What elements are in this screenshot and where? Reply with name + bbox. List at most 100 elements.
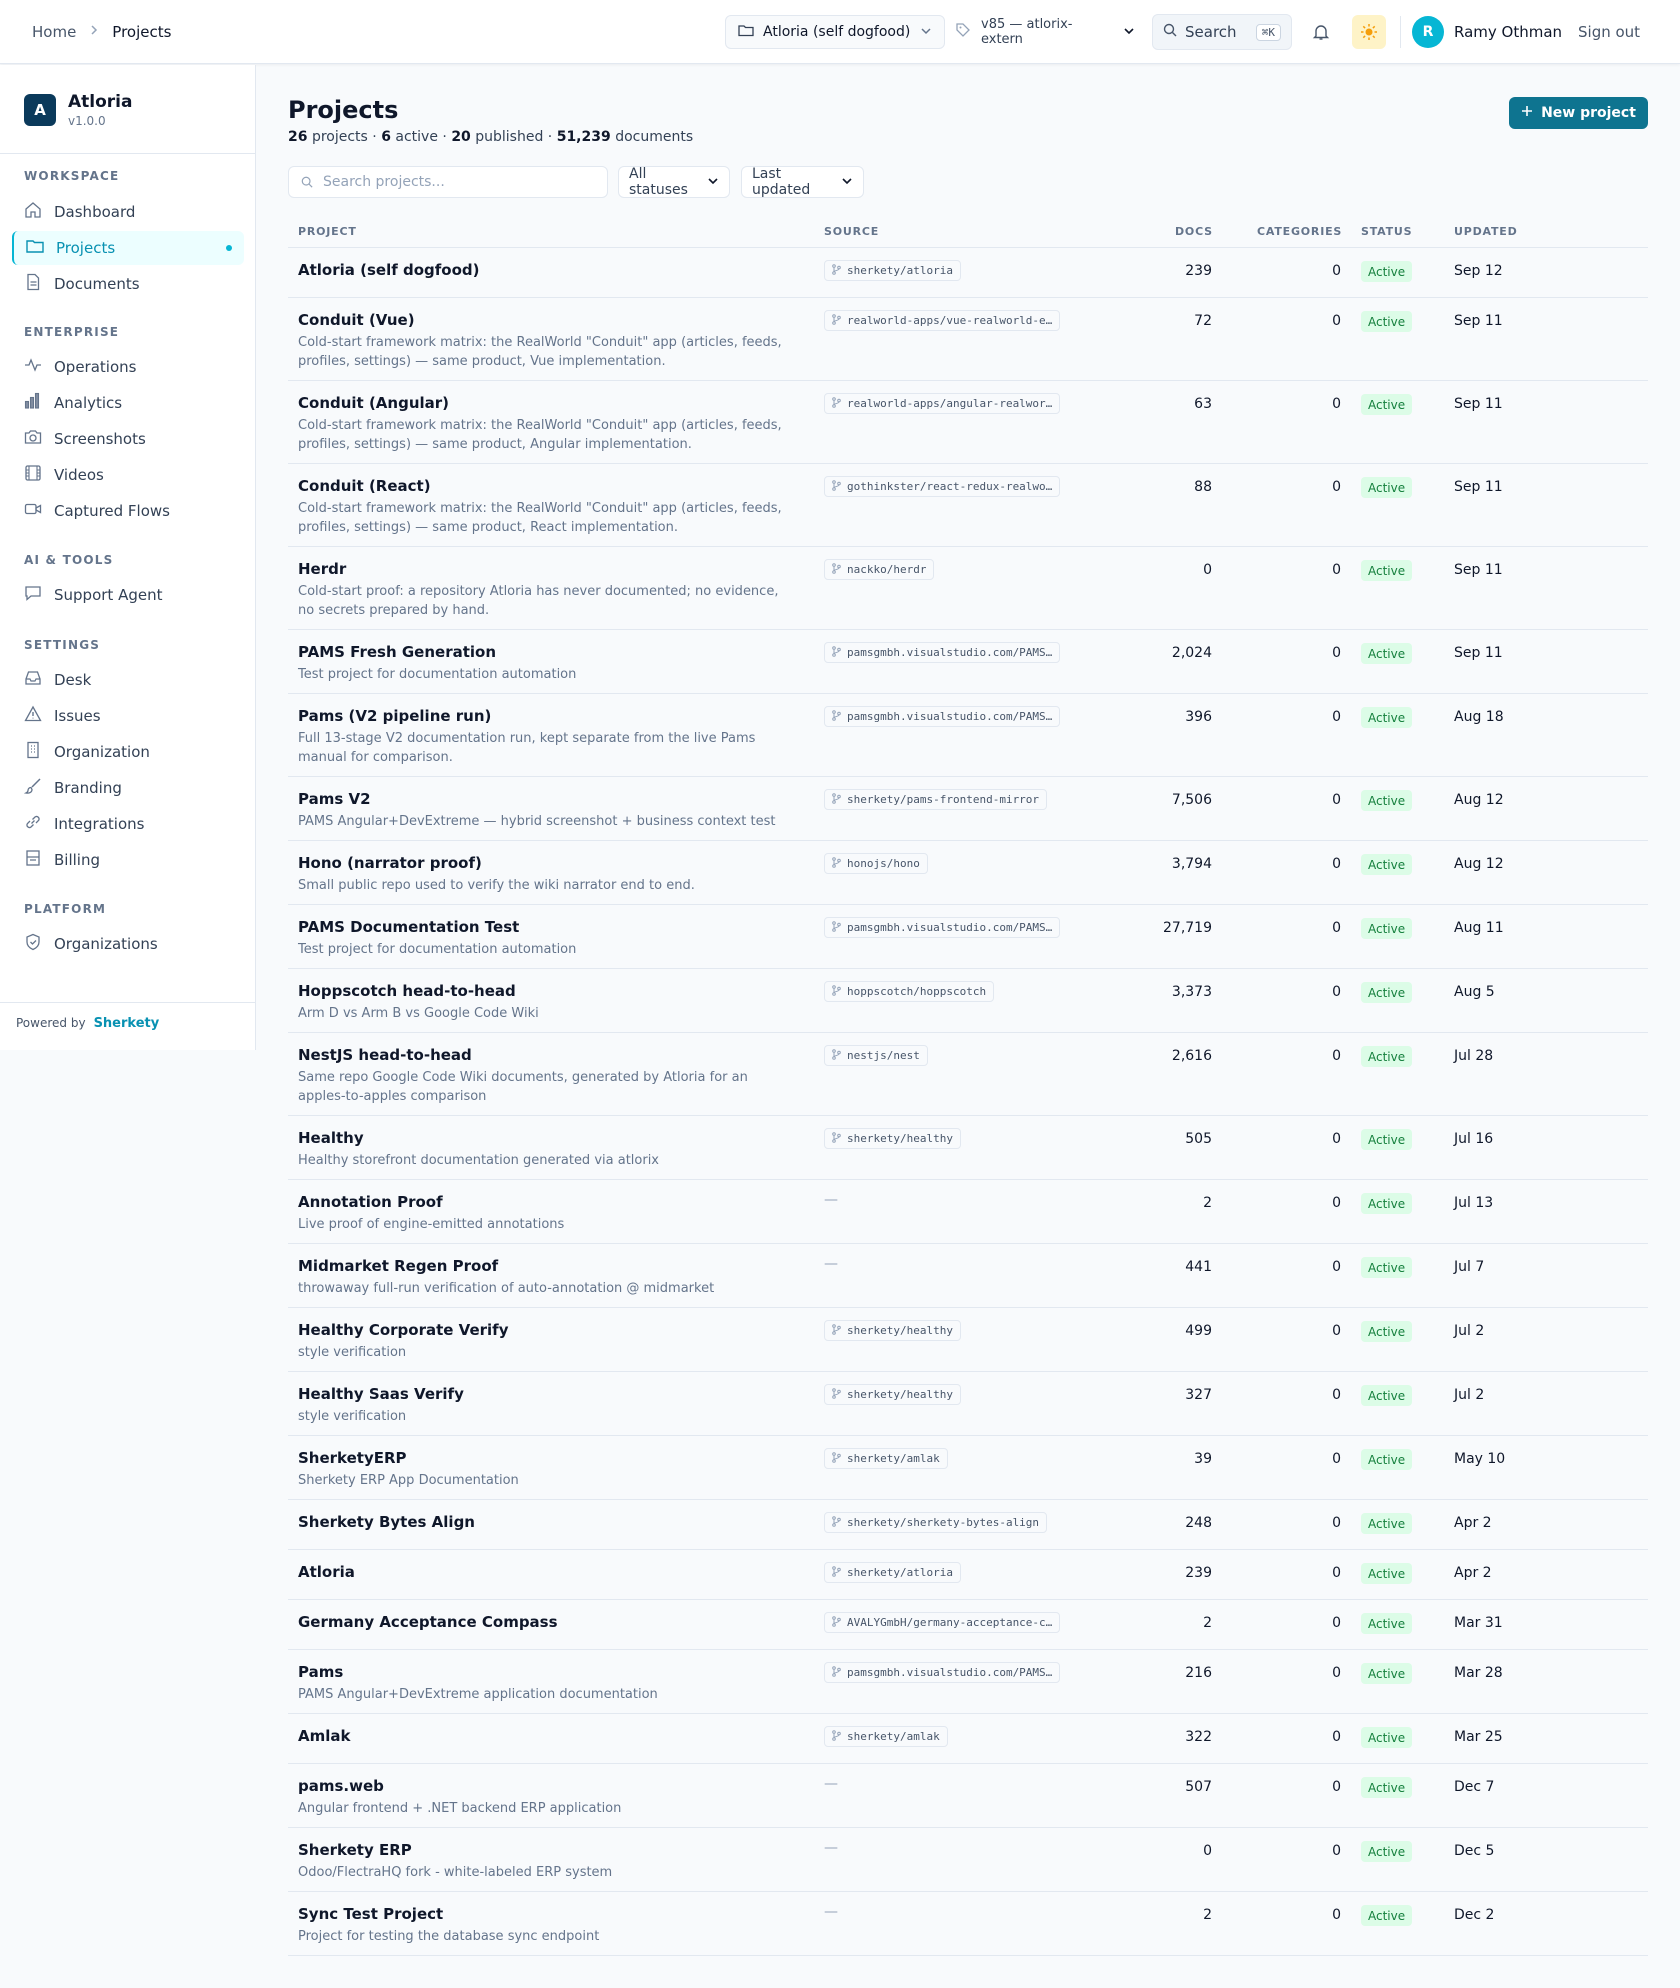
source-repo-chip[interactable]: AVALYGmbH/germany-acceptance-c… <box>824 1612 1061 1633</box>
sidebar-item-billing[interactable]: Billing <box>12 843 244 877</box>
project-name[interactable]: Healthy Corporate Verify <box>298 1321 508 1339</box>
table-row[interactable]: Germany Acceptance Compass AVALYGmbH/germ… <box>288 1600 1648 1650</box>
source-repo-chip[interactable]: sherkety/healthy <box>824 1384 961 1405</box>
source-repo-chip[interactable]: gothinkster/react-redux-realwo… <box>824 476 1061 497</box>
table-row[interactable]: Pams (V2 pipeline run) Full 13-stage V2 d… <box>288 694 1648 777</box>
column-header-status[interactable]: STATUS <box>1361 225 1412 238</box>
user-avatar[interactable]: R <box>1412 16 1444 48</box>
sign-out-button[interactable]: Sign out <box>1578 0 1640 64</box>
source-repo-chip[interactable]: pamsgmbh.visualstudio.com/PAMS… <box>824 642 1061 663</box>
source-repo-chip[interactable]: sherkety/sherkety-bytes-align <box>824 1512 1048 1533</box>
source-repo-chip[interactable]: realworld-apps/vue-realworld-e… <box>824 310 1061 331</box>
project-name[interactable]: Midmarket Regen Proof <box>298 1257 498 1275</box>
source-repo-chip[interactable]: nestjs/nest <box>824 1045 928 1066</box>
table-row[interactable]: Atloria sherkety/atloria 239 0 Active Apr 2 <box>288 1550 1648 1600</box>
project-name[interactable]: Healthy <box>298 1129 364 1147</box>
sidebar-item-analytics[interactable]: Analytics <box>12 386 244 420</box>
project-name[interactable]: Herdr <box>298 560 346 578</box>
breadcrumb-home-link[interactable]: Home <box>32 23 76 41</box>
source-repo-chip[interactable]: hoppscotch/hoppscotch <box>824 981 995 1002</box>
project-name[interactable]: Atloria (self dogfood) <box>298 261 479 279</box>
sort-select[interactable]: Last updated <box>741 166 864 198</box>
source-repo-chip[interactable]: sherkety/atloria <box>824 260 961 281</box>
table-row[interactable]: pams.web Angular frontend + .NET backend … <box>288 1764 1648 1828</box>
column-header-updated[interactable]: UPDATED <box>1454 225 1518 238</box>
column-header-docs[interactable]: DOCS <box>1175 225 1213 238</box>
source-repo-chip[interactable]: pamsgmbh.visualstudio.com/PAMS… <box>824 706 1061 727</box>
table-row[interactable]: PAMS Documentation Test Test project for … <box>288 905 1648 969</box>
source-repo-chip[interactable]: nackko/herdr <box>824 559 935 580</box>
sidebar-item-screenshots[interactable]: Screenshots <box>12 422 244 456</box>
project-name[interactable]: Sherkety ERP <box>298 1841 412 1859</box>
project-name[interactable]: Sync Test Project <box>298 1905 443 1923</box>
table-row[interactable]: Healthy Saas Verify style verification she… <box>288 1372 1648 1436</box>
project-name[interactable]: Pams <box>298 1663 343 1681</box>
column-header-categories[interactable]: CATEGORIES <box>1257 225 1342 238</box>
user-name[interactable]: Ramy Othman <box>1454 0 1562 64</box>
project-name[interactable]: Hono (narrator proof) <box>298 854 482 872</box>
table-row[interactable]: Annotation Proof Live proof of engine-emi… <box>288 1180 1648 1244</box>
table-row[interactable]: NestJS head-to-head Same repo Google Code… <box>288 1033 1648 1116</box>
source-repo-chip[interactable]: pamsgmbh.visualstudio.com/PAMS… <box>824 1662 1061 1683</box>
sidebar-item-videos[interactable]: Videos <box>12 458 244 492</box>
project-name[interactable]: Sherkety Bytes Align <box>298 1513 475 1531</box>
project-name[interactable]: Conduit (React) <box>298 477 431 495</box>
app-brand[interactable]: A Atloria v1.0.0 <box>24 92 132 128</box>
table-row[interactable]: Conduit (Vue) Cold-start framework matrix… <box>288 298 1648 381</box>
status-filter-select[interactable]: All statuses <box>618 166 730 198</box>
table-row[interactable]: Conduit (React) Cold-start framework matr… <box>288 464 1648 547</box>
sidebar-item-dashboard[interactable]: Dashboard <box>12 195 244 229</box>
sidebar-item-projects[interactable]: Projects <box>12 231 244 265</box>
sidebar-item-organizations[interactable]: Organizations <box>12 927 244 961</box>
project-name[interactable]: pams.web <box>298 1777 384 1795</box>
source-repo-chip[interactable]: sherkety/pams-frontend-mirror <box>824 789 1048 810</box>
project-name[interactable]: Healthy Saas Verify <box>298 1385 464 1403</box>
sidebar-item-issues[interactable]: Issues <box>12 699 244 733</box>
sidebar-item-documents[interactable]: Documents <box>12 267 244 301</box>
table-row[interactable]: Hoppscotch head-to-head Arm D vs Arm B vs… <box>288 969 1648 1033</box>
project-name[interactable]: Amlak <box>298 1727 350 1745</box>
source-repo-chip[interactable]: sherkety/healthy <box>824 1320 961 1341</box>
table-row[interactable]: Sherkety ERP Odoo/FlectraHQ fork - white-… <box>288 1828 1648 1892</box>
project-name[interactable]: Annotation Proof <box>298 1193 443 1211</box>
source-repo-chip[interactable]: sherkety/amlak <box>824 1448 948 1469</box>
project-name[interactable]: Germany Acceptance Compass <box>298 1613 558 1631</box>
column-header-source[interactable]: SOURCE <box>824 225 879 238</box>
source-repo-chip[interactable]: sherkety/healthy <box>824 1128 961 1149</box>
table-row[interactable]: Sync Test Project Project for testing the… <box>288 1892 1648 1956</box>
table-row[interactable]: PAMS Fresh Generation Test project for do… <box>288 630 1648 694</box>
new-project-button[interactable]: New project <box>1509 97 1648 129</box>
table-row[interactable]: Hono (narrator proof) Small public repo u… <box>288 841 1648 905</box>
table-row[interactable]: Amlak sherkety/amlak 322 0 Active Mar 25 <box>288 1714 1648 1764</box>
notifications-bell-icon[interactable] <box>1306 17 1336 47</box>
project-name[interactable]: Hoppscotch head-to-head <box>298 982 516 1000</box>
column-header-project[interactable]: PROJECT <box>298 225 357 238</box>
source-repo-chip[interactable]: honojs/hono <box>824 853 928 874</box>
table-row[interactable]: SherketyERP Sherkety ERP App Documentatio… <box>288 1436 1648 1500</box>
project-switcher[interactable]: Atloria (self dogfood) <box>725 15 945 49</box>
theme-toggle-sun-icon[interactable] <box>1352 15 1386 49</box>
table-row[interactable]: Pams PAMS Angular+DevExtreme application … <box>288 1650 1648 1714</box>
source-repo-chip[interactable]: pamsgmbh.visualstudio.com/PAMS… <box>824 917 1061 938</box>
sidebar-item-support-agent[interactable]: Support Agent <box>12 578 244 612</box>
project-name[interactable]: Conduit (Vue) <box>298 311 415 329</box>
table-row[interactable]: Atloria (self dogfood) sherkety/atloria 23… <box>288 248 1648 298</box>
sidebar-item-desk[interactable]: Desk <box>12 663 244 697</box>
project-name[interactable]: Pams (V2 pipeline run) <box>298 707 491 725</box>
version-selector[interactable]: v85 — atlorix-extern <box>955 15 1135 49</box>
sidebar-item-integrations[interactable]: Integrations <box>12 807 244 841</box>
powered-by-brand-link[interactable]: Sherkety <box>94 1016 160 1031</box>
table-row[interactable]: Pams V2 PAMS Angular+DevExtreme — hybrid … <box>288 777 1648 841</box>
project-name[interactable]: Atloria <box>298 1563 355 1581</box>
sidebar-item-captured-flows[interactable]: Captured Flows <box>12 494 244 528</box>
table-row[interactable]: Sherkety Bytes Align sherkety/sherkety-by… <box>288 1500 1648 1550</box>
table-row[interactable]: Herdr Cold-start proof: a repository Atlo… <box>288 547 1648 630</box>
table-row[interactable]: Conduit (Angular) Cold-start framework ma… <box>288 381 1648 464</box>
project-name[interactable]: NestJS head-to-head <box>298 1046 472 1064</box>
project-name[interactable]: SherketyERP <box>298 1449 407 1467</box>
project-name[interactable]: PAMS Documentation Test <box>298 918 519 936</box>
table-row[interactable]: Midmarket Regen Proof throwaway full-run … <box>288 1244 1648 1308</box>
sidebar-item-operations[interactable]: Operations <box>12 350 244 384</box>
source-repo-chip[interactable]: sherkety/amlak <box>824 1726 948 1747</box>
project-name[interactable]: PAMS Fresh Generation <box>298 643 496 661</box>
